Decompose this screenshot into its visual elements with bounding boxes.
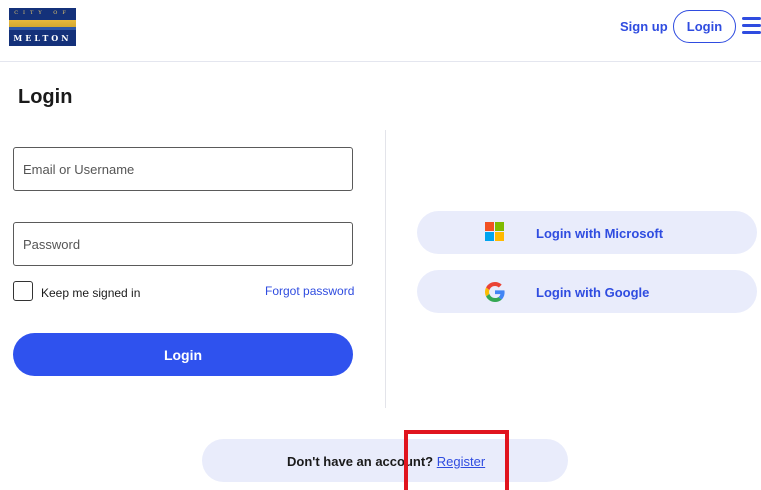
login-submit-button[interactable]: Login xyxy=(13,333,353,376)
logo-city-of-text: CITY OF xyxy=(14,10,71,16)
header-login-button[interactable]: Login xyxy=(673,10,736,43)
register-banner: Don't have an account? Register xyxy=(202,439,568,482)
email-username-input[interactable] xyxy=(13,147,353,191)
city-of-melton-logo[interactable]: CITY OF MELTON xyxy=(9,8,76,46)
signup-link[interactable]: Sign up xyxy=(620,19,668,34)
logo-band xyxy=(9,20,76,30)
column-divider xyxy=(385,130,386,408)
page-title: Login xyxy=(18,86,73,108)
highlight-annotation-box xyxy=(404,430,509,490)
site-header: CITY OF MELTON Sign up Login xyxy=(0,0,761,62)
keep-signed-in-checkbox[interactable] xyxy=(13,281,33,301)
google-button-label: Login with Google xyxy=(536,285,650,300)
microsoft-logo-icon xyxy=(485,222,505,242)
hamburger-menu-icon[interactable] xyxy=(742,17,761,34)
microsoft-button-label: Login with Microsoft xyxy=(536,226,664,241)
login-with-google-button[interactable]: Login with Google xyxy=(417,270,757,313)
logo-name-text: MELTON xyxy=(13,33,72,43)
password-input[interactable] xyxy=(13,222,353,266)
keep-signed-in-label: Keep me signed in xyxy=(41,286,141,300)
login-with-microsoft-button[interactable]: Login with Microsoft xyxy=(417,211,757,254)
forgot-password-link[interactable]: Forgot password xyxy=(265,284,354,298)
google-logo-icon xyxy=(485,282,505,302)
